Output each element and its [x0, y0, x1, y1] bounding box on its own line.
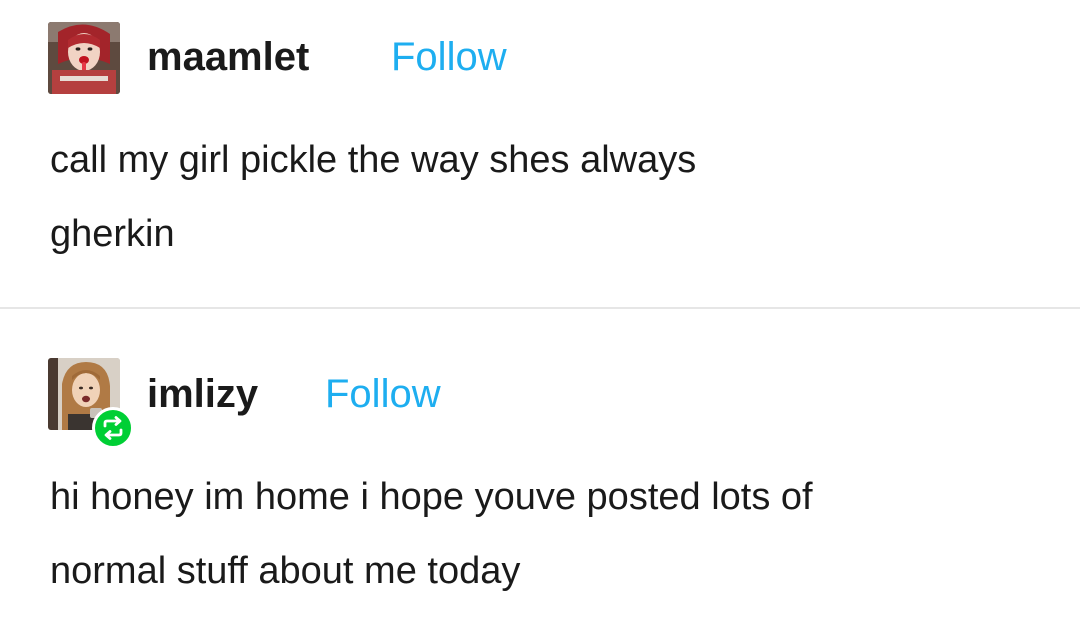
- user-avatar[interactable]: [48, 22, 120, 94]
- username[interactable]: maamlet: [147, 37, 309, 77]
- follow-button[interactable]: Follow: [325, 374, 441, 414]
- follow-button[interactable]: Follow: [391, 37, 507, 77]
- post-text-line: gherkin: [50, 213, 175, 255]
- post-divider: [0, 307, 1080, 309]
- post-body: hi honey im home i hope youve posted lot…: [50, 460, 1050, 608]
- reblog-badge: [92, 407, 134, 449]
- post-text-line: normal stuff about me today: [50, 550, 521, 592]
- avatar-photo-icon: [48, 22, 120, 94]
- post-text-line: call my girl pickle the way shes always: [50, 139, 697, 181]
- post-text-line: hi honey im home i hope youve posted lot…: [50, 476, 813, 518]
- username[interactable]: imlizy: [147, 374, 258, 414]
- post-body: call my girl pickle the way shes always …: [50, 123, 1050, 271]
- post-maamlet: maamlet Follow call my girl pickle the w…: [0, 0, 1080, 308]
- post-imlizy: imlizy Follow hi honey im home i hope yo…: [0, 310, 1080, 617]
- reblog-icon: [103, 416, 123, 440]
